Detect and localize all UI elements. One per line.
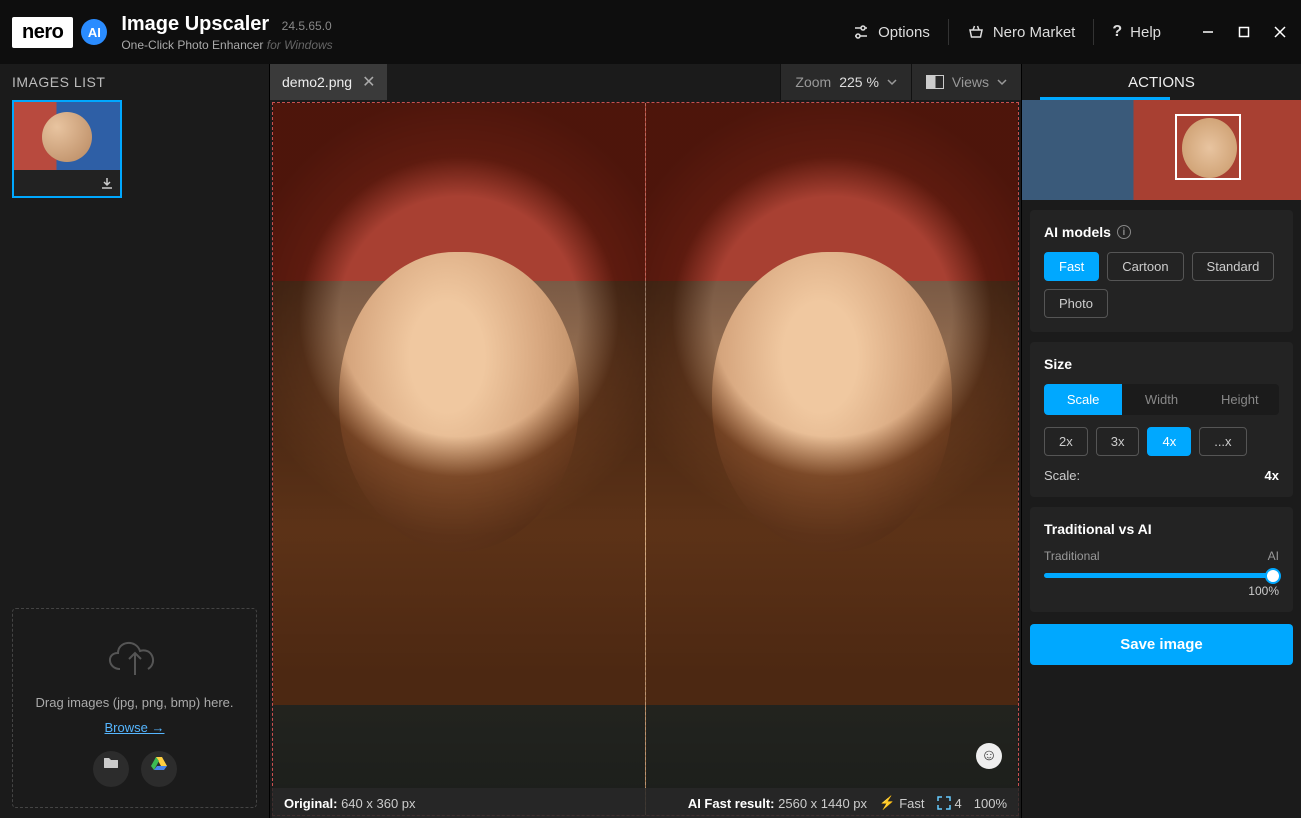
thumbnail-preview [14,102,120,170]
cloud-upload-icon [100,629,170,681]
feedback-button[interactable]: ☺ [976,743,1002,769]
folder-icon [103,755,119,771]
nero-market-button[interactable]: Nero Market [949,12,1094,52]
left-sidebar: IMAGES LIST Drag images (jpg, png, bmp) … [0,64,270,818]
sliders-icon [852,23,870,41]
image-thumbnail[interactable] [12,100,122,198]
open-folder-button[interactable] [93,751,129,787]
views-label: Views [952,74,989,90]
scale-2x[interactable]: 2x [1044,427,1088,456]
model-standard[interactable]: Standard [1192,252,1275,281]
close-button[interactable] [1271,23,1289,41]
thumbnail-download-bar[interactable] [14,170,120,196]
result-preview [646,103,1018,815]
app-header: nero AI Image Upscaler 24.5.65.0 One-Cli… [0,0,1301,64]
browse-link[interactable]: Browse → [105,720,165,735]
scale-3x[interactable]: 3x [1096,427,1140,456]
app-version: 24.5.65.0 [282,19,332,33]
file-tab-label: demo2.png [282,74,352,90]
size-tab-height[interactable]: Height [1201,384,1279,415]
help-button[interactable]: ? Help [1094,12,1179,52]
size-label: Size [1044,356,1072,372]
slider-thumb[interactable] [1265,568,1281,584]
zoom-control[interactable]: Zoom 225 % [780,64,911,100]
download-icon [100,176,114,190]
scale-4x[interactable]: 4x [1147,427,1191,456]
views-control[interactable]: Views [911,64,1021,100]
navigator-preview[interactable] [1022,100,1301,200]
app-subtitle-suffix: for Windows [267,38,333,52]
original-dims: 640 x 360 px [341,796,415,811]
traditional-label: Traditional [1044,549,1100,563]
nero-logo-text: nero [12,17,73,48]
model-fast[interactable]: Fast [1044,252,1099,281]
title-block: Image Upscaler 24.5.65.0 One-Click Photo… [121,13,332,52]
size-tab-scale[interactable]: Scale [1044,384,1122,415]
file-tab[interactable]: demo2.png ✕ [270,64,387,100]
trad-vs-ai-section: Traditional vs AI Traditional AI 100% [1030,507,1293,612]
ai-label: AI [1268,549,1279,563]
comparison-preview[interactable]: ☺ [272,102,1019,816]
window-controls [1199,23,1289,41]
market-label: Nero Market [993,24,1076,41]
speed-label: Fast [899,796,924,811]
google-drive-icon [151,755,167,771]
result-dims: 2560 x 1440 px [778,796,867,811]
navigator-viewport[interactable] [1175,114,1241,180]
tab-close-button[interactable]: ✕ [362,72,375,92]
scale-options: 2x 3x 4x ...x [1044,427,1279,456]
scale-badge: 4 [955,796,962,811]
dropzone-text: Drag images (jpg, png, bmp) here. [23,693,246,714]
split-view-icon [926,75,944,89]
basket-icon [967,23,985,41]
info-icon[interactable]: i [1117,225,1131,239]
preview-status-bar: Original: 640 x 360 px AI Fast result: 2… [272,788,1019,818]
original-preview [273,103,646,815]
dropzone[interactable]: Drag images (jpg, png, bmp) here. Browse… [12,608,257,808]
progress-value: 100% [974,796,1007,811]
app-subtitle: One-Click Photo Enhancer [121,38,263,52]
ai-badge: AI [81,19,107,45]
size-section: Size Scale Width Height 2x 3x 4x ...x Sc… [1030,342,1293,497]
question-icon: ? [1112,23,1122,41]
result-label: AI Fast result: [688,796,775,811]
trad-vs-ai-label: Traditional vs AI [1044,521,1152,537]
actions-panel: ACTIONS AI models i Fast Cartoon Standar… [1021,64,1301,818]
original-label: Original: [284,796,337,811]
options-button[interactable]: Options [834,12,948,52]
help-label: Help [1130,24,1161,41]
ai-models-row: Fast Cartoon Standard Photo [1044,252,1279,318]
scale-kv-value: 4x [1265,468,1279,483]
options-label: Options [878,24,930,41]
preview-area: demo2.png ✕ Zoom 225 % Views [270,64,1021,818]
bolt-icon: ⚡ [879,795,895,811]
model-photo[interactable]: Photo [1044,289,1108,318]
app-title: Image Upscaler [121,13,269,36]
maximize-button[interactable] [1235,23,1253,41]
actions-header: ACTIONS [1022,64,1301,97]
scale-kv-label: Scale: [1044,468,1080,483]
google-drive-button[interactable] [141,751,177,787]
scale-custom[interactable]: ...x [1199,427,1246,456]
trad-ai-slider[interactable] [1044,573,1279,578]
ai-models-label: AI models [1044,224,1111,240]
slider-percent: 100% [1044,584,1279,598]
tab-bar: demo2.png ✕ Zoom 225 % Views [270,64,1021,100]
size-tab-width[interactable]: Width [1122,384,1200,415]
chevron-down-icon [887,77,897,87]
model-cartoon[interactable]: Cartoon [1107,252,1183,281]
minimize-button[interactable] [1199,23,1217,41]
images-list-header: IMAGES LIST [12,74,257,90]
zoom-label: Zoom [795,74,831,90]
expand-icon [937,796,951,810]
chevron-down-icon [997,77,1007,87]
app-logo: nero AI [12,17,107,48]
save-image-button[interactable]: Save image [1030,624,1293,665]
ai-models-section: AI models i Fast Cartoon Standard Photo [1030,210,1293,332]
size-tabs: Scale Width Height [1044,384,1279,415]
zoom-value: 225 % [839,74,879,90]
